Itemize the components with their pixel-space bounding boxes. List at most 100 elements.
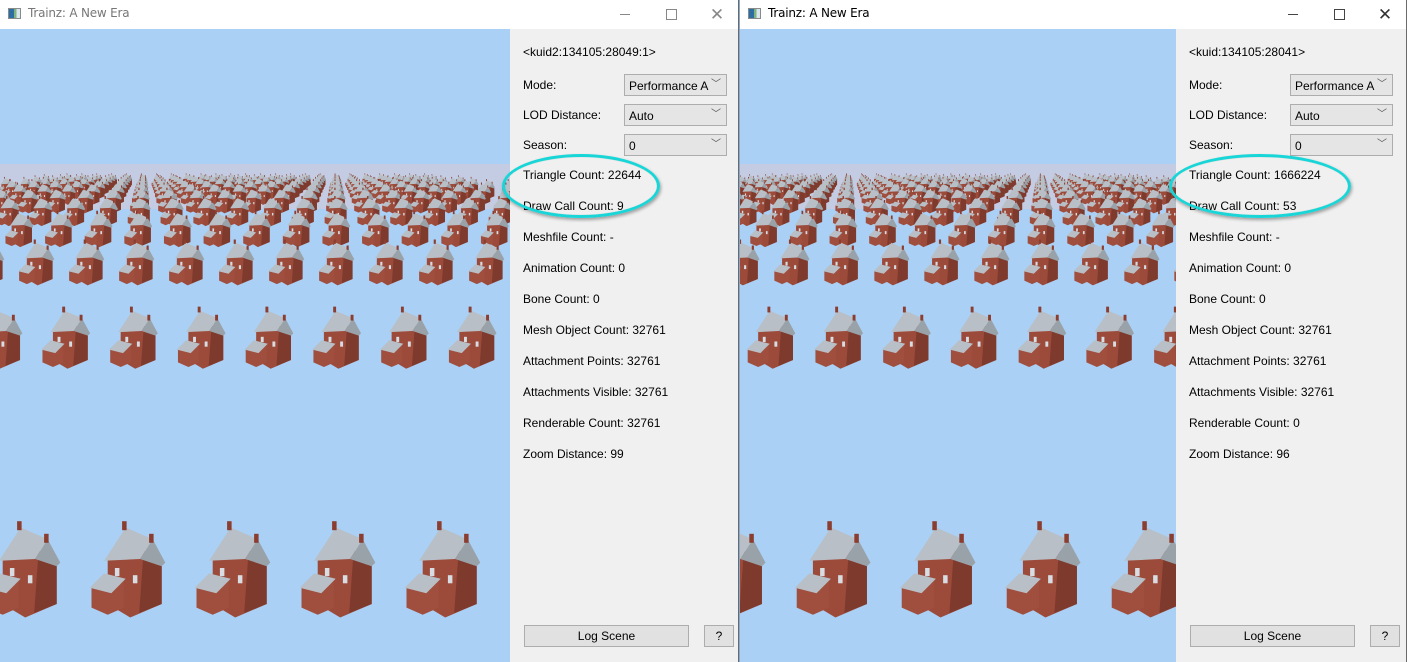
lod-distance-value: Auto [1295,109,1320,123]
meshfile-count: Meshfile Count: - [1189,230,1280,244]
house-model [899,521,976,618]
lod-distance-label: LOD Distance: [1189,108,1268,122]
house-model [418,239,455,286]
house-model [380,306,429,369]
house-model [1123,239,1160,286]
chevron-down-icon: ﹀ [709,107,723,123]
mesh-object-count: Mesh Object Count: 32761 [1189,323,1332,337]
log-scene-button[interactable]: Log Scene [1190,625,1355,647]
help-button[interactable]: ? [1370,625,1400,647]
house-model [244,306,294,369]
chevron-down-icon: ﹀ [709,137,723,153]
3d-viewport[interactable] [0,29,510,662]
house-model [468,239,505,286]
title-bar[interactable]: Trainz: A New Era ✕ [740,0,1406,29]
preview-window-right: Trainz: A New Era ✕ <kuid:134105:28041> … [739,0,1407,662]
minimize-button[interactable] [602,0,648,29]
house-model [814,306,864,369]
3d-viewport[interactable] [740,29,1176,662]
mode-select[interactable]: Performance A ﹀ [1290,74,1393,96]
renderable-count: Renderable Count: 0 [1189,416,1300,430]
title-bar[interactable]: Trainz: A New Era ✕ [0,0,738,29]
kuid-label: <kuid:134105:28041> [1189,45,1306,59]
house-model [1109,521,1176,618]
meshfile-count: Meshfile Count: - [523,230,614,244]
house-scene [740,164,1176,618]
house-model [194,521,271,618]
maximize-button[interactable] [648,0,694,29]
lod-distance-row: LOD Distance: Auto ﹀ [523,104,738,128]
house-model [404,521,481,618]
season-value: 0 [629,139,636,153]
house-model [1004,521,1081,618]
house-model [1085,306,1135,369]
attachments-visible: Attachments Visible: 32761 [1189,385,1335,399]
house-model [1073,239,1110,286]
zoom-distance: Zoom Distance: 96 [1189,447,1290,461]
zoom-distance: Zoom Distance: 99 [523,447,624,461]
season-label: Season: [523,138,568,152]
mode-value: Performance A [1295,79,1375,93]
lod-distance-row: LOD Distance: Auto ﹀ [1189,104,1406,128]
house-model [218,239,255,286]
house-model [1017,306,1067,369]
lod-distance-select[interactable]: Auto ﹀ [1290,104,1393,126]
lod-distance-select[interactable]: Auto ﹀ [624,104,727,126]
chevron-down-icon: ﹀ [1375,77,1389,93]
house-model [0,312,23,369]
mesh-object-count: Mesh Object Count: 32761 [523,323,666,337]
close-button[interactable]: ✕ [1362,0,1407,29]
season-row: Season: 0 ﹀ [1189,134,1406,158]
house-model [923,239,960,286]
house-model [0,251,5,281]
house-model [109,306,158,369]
house-model [1023,239,1060,286]
house-model [873,239,910,286]
house-model [18,239,55,286]
trainz-app-icon [748,8,761,19]
season-select[interactable]: 0 ﹀ [1290,134,1393,156]
log-scene-button[interactable]: Log Scene [524,625,689,647]
house-model [312,306,362,369]
triangle-count: Triangle Count: 22644 [523,168,642,182]
mode-row: Mode: Performance A ﹀ [523,74,738,98]
minimize-button[interactable] [1270,0,1316,29]
help-button[interactable]: ? [704,625,734,647]
attachments-visible: Attachments Visible: 32761 [523,385,669,399]
house-model [368,239,405,286]
house-model [740,533,766,614]
bone-count: Bone Count: 0 [1189,292,1266,306]
maximize-button[interactable] [1316,0,1362,29]
mode-select[interactable]: Performance A ﹀ [624,74,727,96]
house-model [823,239,860,286]
season-row: Season: 0 ﹀ [523,134,738,158]
renderable-count: Renderable Count: 32761 [523,416,661,430]
house-model [447,306,497,369]
house-model [89,521,166,618]
season-label: Season: [1189,138,1234,152]
chevron-down-icon: ﹀ [709,77,723,93]
lod-distance-value: Auto [629,109,654,123]
mode-label: Mode: [523,78,557,92]
house-model [746,306,796,369]
animation-count: Animation Count: 0 [1189,261,1292,275]
draw-call-count: Draw Call Count: 53 [1189,199,1297,213]
window-title: Trainz: A New Era [28,6,130,20]
house-model [0,521,61,618]
house-scene [0,164,510,618]
close-button[interactable]: ✕ [694,0,740,29]
season-select[interactable]: 0 ﹀ [624,134,727,156]
asset-info-panel: <kuid2:134105:28049:1> Mode: Performance… [510,29,738,662]
house-model [176,306,226,369]
window-title: Trainz: A New Era [768,6,870,20]
trainz-app-icon [8,8,21,19]
mode-value: Performance A [629,79,709,93]
house-model [794,521,871,618]
house-model [118,239,155,286]
house-model [1152,306,1176,368]
house-model [949,306,999,369]
kuid-label: <kuid2:134105:28049:1> [523,45,656,59]
mode-label: Mode: [1189,78,1223,92]
draw-call-count: Draw Call Count: 9 [523,199,624,213]
house-model [168,239,205,286]
